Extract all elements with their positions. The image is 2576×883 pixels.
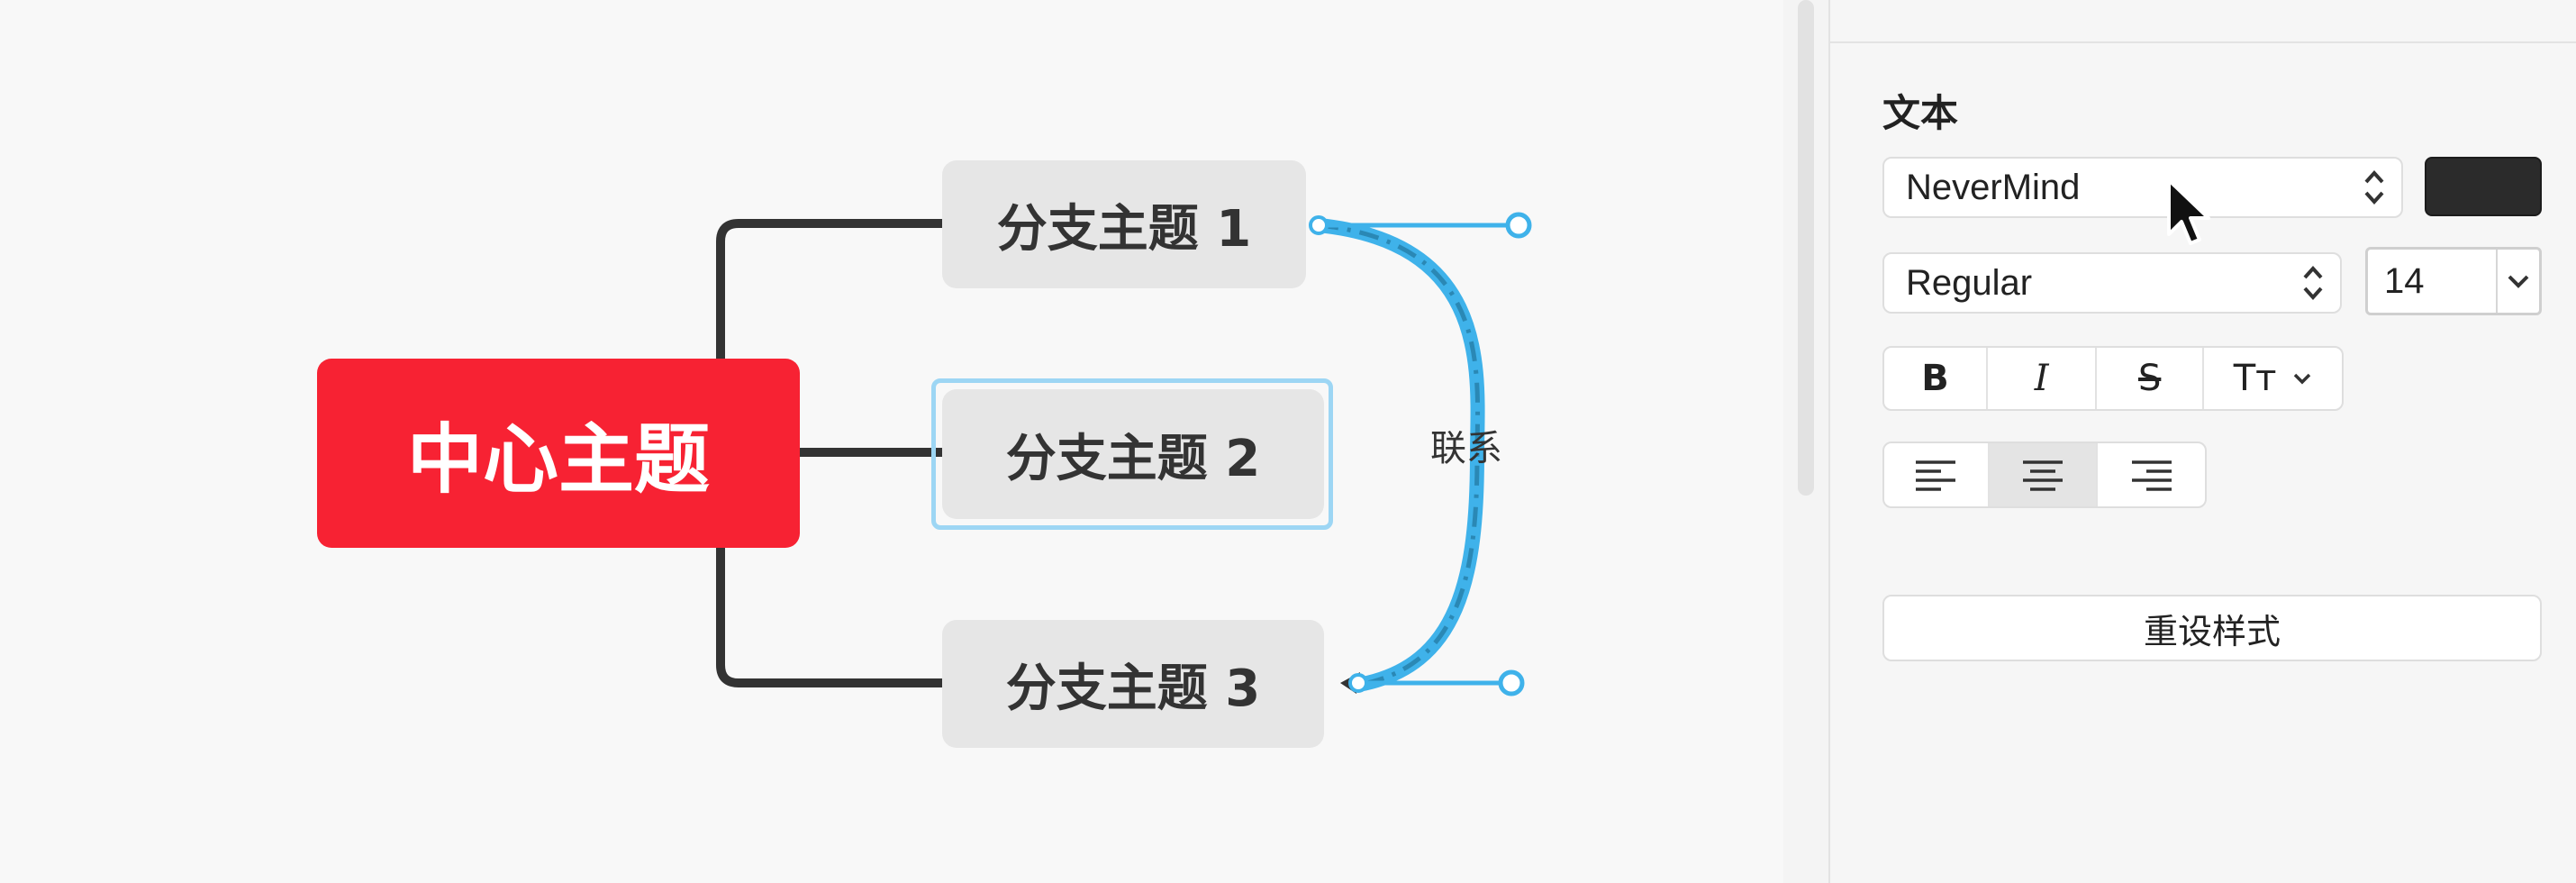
align-right-button[interactable] <box>2098 443 2205 506</box>
relationship-handle-bottom[interactable] <box>1340 669 1525 696</box>
central-topic-label: 中心主题 <box>406 414 710 504</box>
align-center-icon <box>2023 460 2064 491</box>
align-left-button[interactable] <box>1884 443 1990 506</box>
connector-lines <box>716 212 1532 696</box>
relationship-label[interactable]: 联系 <box>1430 419 1502 471</box>
mouse-pointer-icon <box>2167 178 2210 245</box>
branch-topic-3[interactable]: 分支主题 3 <box>942 620 1324 748</box>
text-case-icon: Tт <box>2233 358 2277 399</box>
central-topic[interactable]: 中心主题 <box>317 359 800 548</box>
text-style-buttons: B I S Tт <box>1882 346 2344 411</box>
align-left-icon <box>1916 460 1956 491</box>
chevron-down-icon[interactable] <box>2496 250 2539 313</box>
connector-branch-1 <box>716 219 942 360</box>
branch-topic-2[interactable]: 分支主题 2 <box>942 389 1324 519</box>
italic-button[interactable]: I <box>1988 348 2098 409</box>
font-weight-select[interactable]: Regular <box>1882 252 2342 314</box>
branch-topic-label: 分支主题 3 <box>1005 659 1261 718</box>
font-family-select[interactable]: NeverMind <box>1882 157 2403 218</box>
bold-button[interactable]: B <box>1884 348 1989 409</box>
branch-topic-label: 分支主题 1 <box>996 199 1252 259</box>
align-right-icon <box>2131 460 2172 491</box>
mindmap-canvas[interactable]: 中心主题 分支主题 1 分支主题 2 分支主题 3 联系 <box>0 0 1783 883</box>
align-center-button[interactable] <box>1989 443 2099 506</box>
font-weight-value: Regular <box>1906 262 2033 303</box>
reset-style-button[interactable]: 重设样式 <box>1882 595 2542 661</box>
text-section-title: 文本 <box>1882 91 1959 135</box>
chevron-down-icon <box>2294 373 2311 385</box>
branch-topic-1[interactable]: 分支主题 1 <box>942 160 1306 288</box>
connector-branch-3 <box>716 546 942 687</box>
bold-icon: B <box>1921 358 1949 399</box>
panel-top-separator <box>1830 41 2576 43</box>
canvas-scrollbar-thumb[interactable] <box>1798 0 1814 496</box>
updown-chevron-icon <box>2347 167 2401 208</box>
strikethrough-button[interactable]: S <box>2097 348 2205 409</box>
text-color-swatch[interactable] <box>2425 157 2542 216</box>
updown-chevron-icon <box>2286 262 2340 304</box>
text-align-buttons <box>1882 442 2207 508</box>
font-size-value: 14 <box>2384 260 2425 301</box>
font-family-value: NeverMind <box>1906 167 2081 207</box>
text-case-button[interactable]: Tт <box>2204 348 2342 409</box>
branch-topic-label: 分支主题 2 <box>1005 429 1261 488</box>
italic-icon: I <box>2034 358 2049 399</box>
strikethrough-icon: S <box>2137 358 2162 399</box>
font-size-combobox[interactable]: 14 <box>2365 247 2542 315</box>
